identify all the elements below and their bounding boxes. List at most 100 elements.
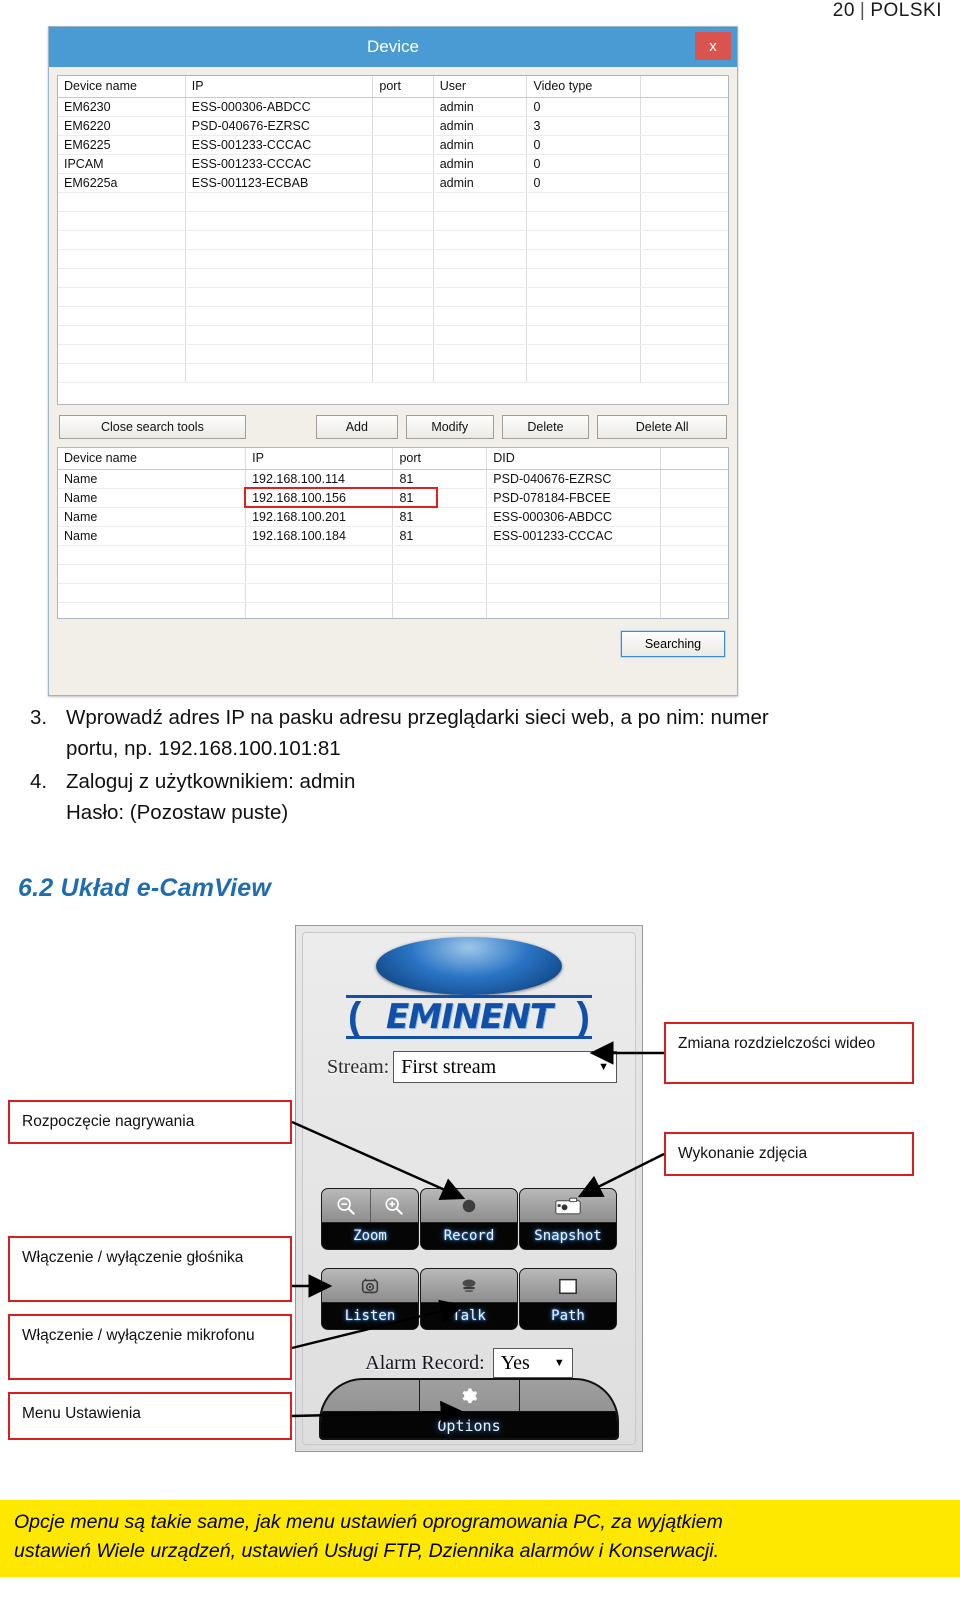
table-cell [526, 363, 642, 383]
instruction-number: 3. [30, 706, 48, 729]
table-cell: 0 [526, 97, 642, 117]
chevron-down-icon: ▼ [598, 1061, 609, 1073]
path-button[interactable]: Path [519, 1268, 617, 1330]
table-cell [526, 192, 642, 212]
talk-button[interactable]: Talk [420, 1268, 518, 1330]
ecamview-panel: ( EMINENT ) Stream: First stream ▼ Zoom … [295, 925, 643, 1452]
table-cell [58, 306, 186, 326]
table-cell [372, 211, 434, 231]
table-row[interactable]: Name 192.168.100.114 81 PSD-040676-EZRSC [58, 469, 728, 489]
table-cell [660, 545, 728, 565]
zoom-out-in-icon [322, 1189, 418, 1223]
table-cell: 0 [526, 154, 642, 174]
page-language: POLSKI [870, 0, 942, 21]
table-cell [660, 583, 728, 603]
table-cell [392, 564, 488, 584]
alarm-record-row: Alarm Record: Yes ▼ [303, 1348, 635, 1378]
table-cell [486, 564, 662, 584]
table-cell [185, 211, 374, 231]
table-cell [372, 249, 434, 269]
table-cell [526, 268, 642, 288]
table-cell [640, 287, 728, 307]
column-header: IP [245, 448, 394, 470]
annotation-settings-menu: Menu Ustawienia [8, 1392, 292, 1440]
table-cell [640, 211, 728, 231]
table-row[interactable]: Name 192.168.100.156 81 PSD-078184-FBCEE [58, 488, 728, 508]
instruction-text: Zaloguj z użytkownikiem: admin Hasło: (Po… [66, 770, 356, 825]
table-row-empty [58, 192, 728, 212]
table-row[interactable]: IPCAM ESS-001233-CCCAC admin 0 [58, 154, 728, 174]
record-button[interactable]: Record [420, 1188, 518, 1250]
stream-label: Stream: [327, 1055, 390, 1078]
table-cell [58, 268, 186, 288]
speaker-icon [322, 1269, 418, 1303]
table-row[interactable]: Name 192.168.100.184 81 ESS-001233-CCCAC [58, 526, 728, 546]
table-cell [486, 545, 662, 565]
snapshot-button[interactable]: Snapshot [519, 1188, 617, 1250]
table-cell [660, 469, 728, 489]
delete-all-button[interactable]: Delete All [597, 415, 728, 439]
table-cell: admin [433, 154, 528, 174]
column-header: Device name [58, 76, 186, 98]
table-cell [640, 173, 728, 193]
add-button[interactable]: Add [315, 415, 398, 439]
listen-button[interactable]: Listen [321, 1268, 419, 1330]
record-dot-icon [421, 1189, 517, 1223]
gear-icon [462, 1388, 478, 1403]
table-cell [245, 583, 394, 603]
table-cell: 81 [392, 526, 488, 546]
table-cell [640, 192, 728, 212]
table-row[interactable]: Name 192.168.100.201 81 ESS-000306-ABDCC [58, 507, 728, 527]
table-cell [58, 602, 247, 618]
camera-icon [520, 1189, 616, 1223]
table-cell: ESS-001123-ECBAB [185, 173, 374, 193]
table-cell: IPCAM [58, 154, 186, 174]
searching-button[interactable]: Searching [620, 630, 726, 658]
table-cell: ESS-001233-CCCAC [486, 526, 662, 546]
options-button[interactable]: Options [319, 1378, 619, 1440]
table-cell: PSD-078184-FBCEE [486, 488, 662, 508]
options-button-label: Options [321, 1412, 617, 1438]
table-cell: admin [433, 116, 528, 136]
table-cell [185, 192, 374, 212]
modify-button[interactable]: Modify [405, 415, 494, 439]
page-number: 20 [832, 0, 855, 21]
table-cell [372, 192, 434, 212]
table-cell [433, 363, 528, 383]
instruction-item: 4. Zaloguj z użytkownikiem: admin Hasło: (… [30, 766, 930, 828]
table-row-empty [58, 564, 728, 584]
table-cell [640, 344, 728, 364]
instruction-text: Wprowadź adres IP na pasku adresu przegl… [66, 706, 769, 761]
table-cell: 0 [526, 173, 642, 193]
table-cell [372, 135, 434, 155]
column-header: DID [486, 448, 662, 470]
table-cell [372, 268, 434, 288]
alarm-record-select[interactable]: Yes ▼ [492, 1348, 573, 1378]
column-header: Video type [526, 76, 642, 98]
annotation-resolution: Zmiana rozdzielczości wideo [664, 1022, 914, 1084]
table-cell [660, 564, 728, 584]
close-search-tools-button[interactable]: Close search tools [59, 415, 246, 439]
delete-button[interactable]: Delete [501, 415, 590, 439]
table-cell: 192.168.100.156 [245, 488, 394, 508]
table-cell [526, 230, 642, 250]
table-row-empty [58, 230, 728, 250]
table-cell: admin [433, 173, 528, 193]
dialog-button-row: Close search tools Add Modify Delete Del… [59, 415, 728, 439]
table-row-empty [58, 363, 728, 383]
zoom-button[interactable]: Zoom [321, 1188, 419, 1250]
close-icon[interactable]: x [695, 32, 731, 60]
table-cell [245, 602, 394, 618]
stream-selected-value: First stream [401, 1055, 497, 1078]
table-cell [392, 583, 488, 603]
table-row[interactable]: EM6225 ESS-001233-CCCAC admin 0 [58, 135, 728, 155]
table-row[interactable]: EM6225a ESS-001123-ECBAB admin 0 [58, 173, 728, 193]
chevron-down-icon: ▼ [553, 1357, 565, 1369]
table-cell [185, 325, 374, 345]
table-row[interactable]: EM6230 ESS-000306-ABDCC admin 0 [58, 97, 728, 117]
stream-select[interactable]: First stream ▼ [393, 1051, 617, 1083]
table-cell: EM6225 [58, 135, 186, 155]
table-cell: ESS-001233-CCCAC [185, 154, 374, 174]
table-row[interactable]: EM6220 PSD-040676-EZRSC admin 3 [58, 116, 728, 136]
table-cell [433, 192, 528, 212]
